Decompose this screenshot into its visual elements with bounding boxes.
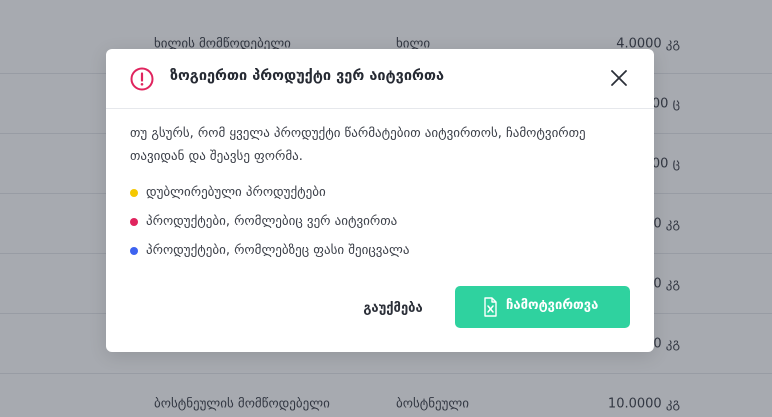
- legend-label: დუბლირებული პროდუქტები: [146, 185, 326, 200]
- blue-dot-icon: [130, 247, 138, 255]
- legend-label: პროდუქტები, რომლებზეც ფასი შეიცვალა: [146, 243, 410, 258]
- legend-item-price-changed: პროდუქტები, რომლებზეც ფასი შეიცვალა: [130, 241, 409, 270]
- excel-file-icon: [484, 297, 497, 317]
- download-button[interactable]: ჩამოტვირთვა: [455, 286, 630, 328]
- red-dot-icon: [130, 218, 138, 226]
- error-legend: დუბლირებული პროდუქტები პროდუქტები, რომლე…: [130, 183, 409, 270]
- dialog-header: ზოგიერთი პროდუქტი ვერ აიტვირთა: [106, 49, 654, 109]
- close-icon[interactable]: [608, 67, 630, 89]
- dialog-description: თუ გსურს, რომ ყველა პროდუქტი წარმატებით …: [130, 126, 586, 164]
- legend-label: პროდუქტები, რომლებიც ვერ აიტვირთა: [146, 214, 398, 229]
- download-button-label: ჩამოტვირთვა: [506, 298, 599, 313]
- upload-error-dialog: ზოგიერთი პროდუქტი ვერ აიტვირთა თუ გსურს,…: [106, 49, 654, 352]
- legend-item-failed: პროდუქტები, რომლებიც ვერ აიტვირთა: [130, 212, 409, 241]
- dialog-title: ზოგიერთი პროდუქტი ვერ აიტვირთა: [170, 68, 445, 84]
- legend-item-duplicates: დუბლირებული პროდუქტები: [130, 183, 409, 212]
- yellow-dot-icon: [130, 189, 138, 197]
- warning-icon: [130, 67, 154, 91]
- cancel-button[interactable]: გაუქმება: [338, 295, 448, 321]
